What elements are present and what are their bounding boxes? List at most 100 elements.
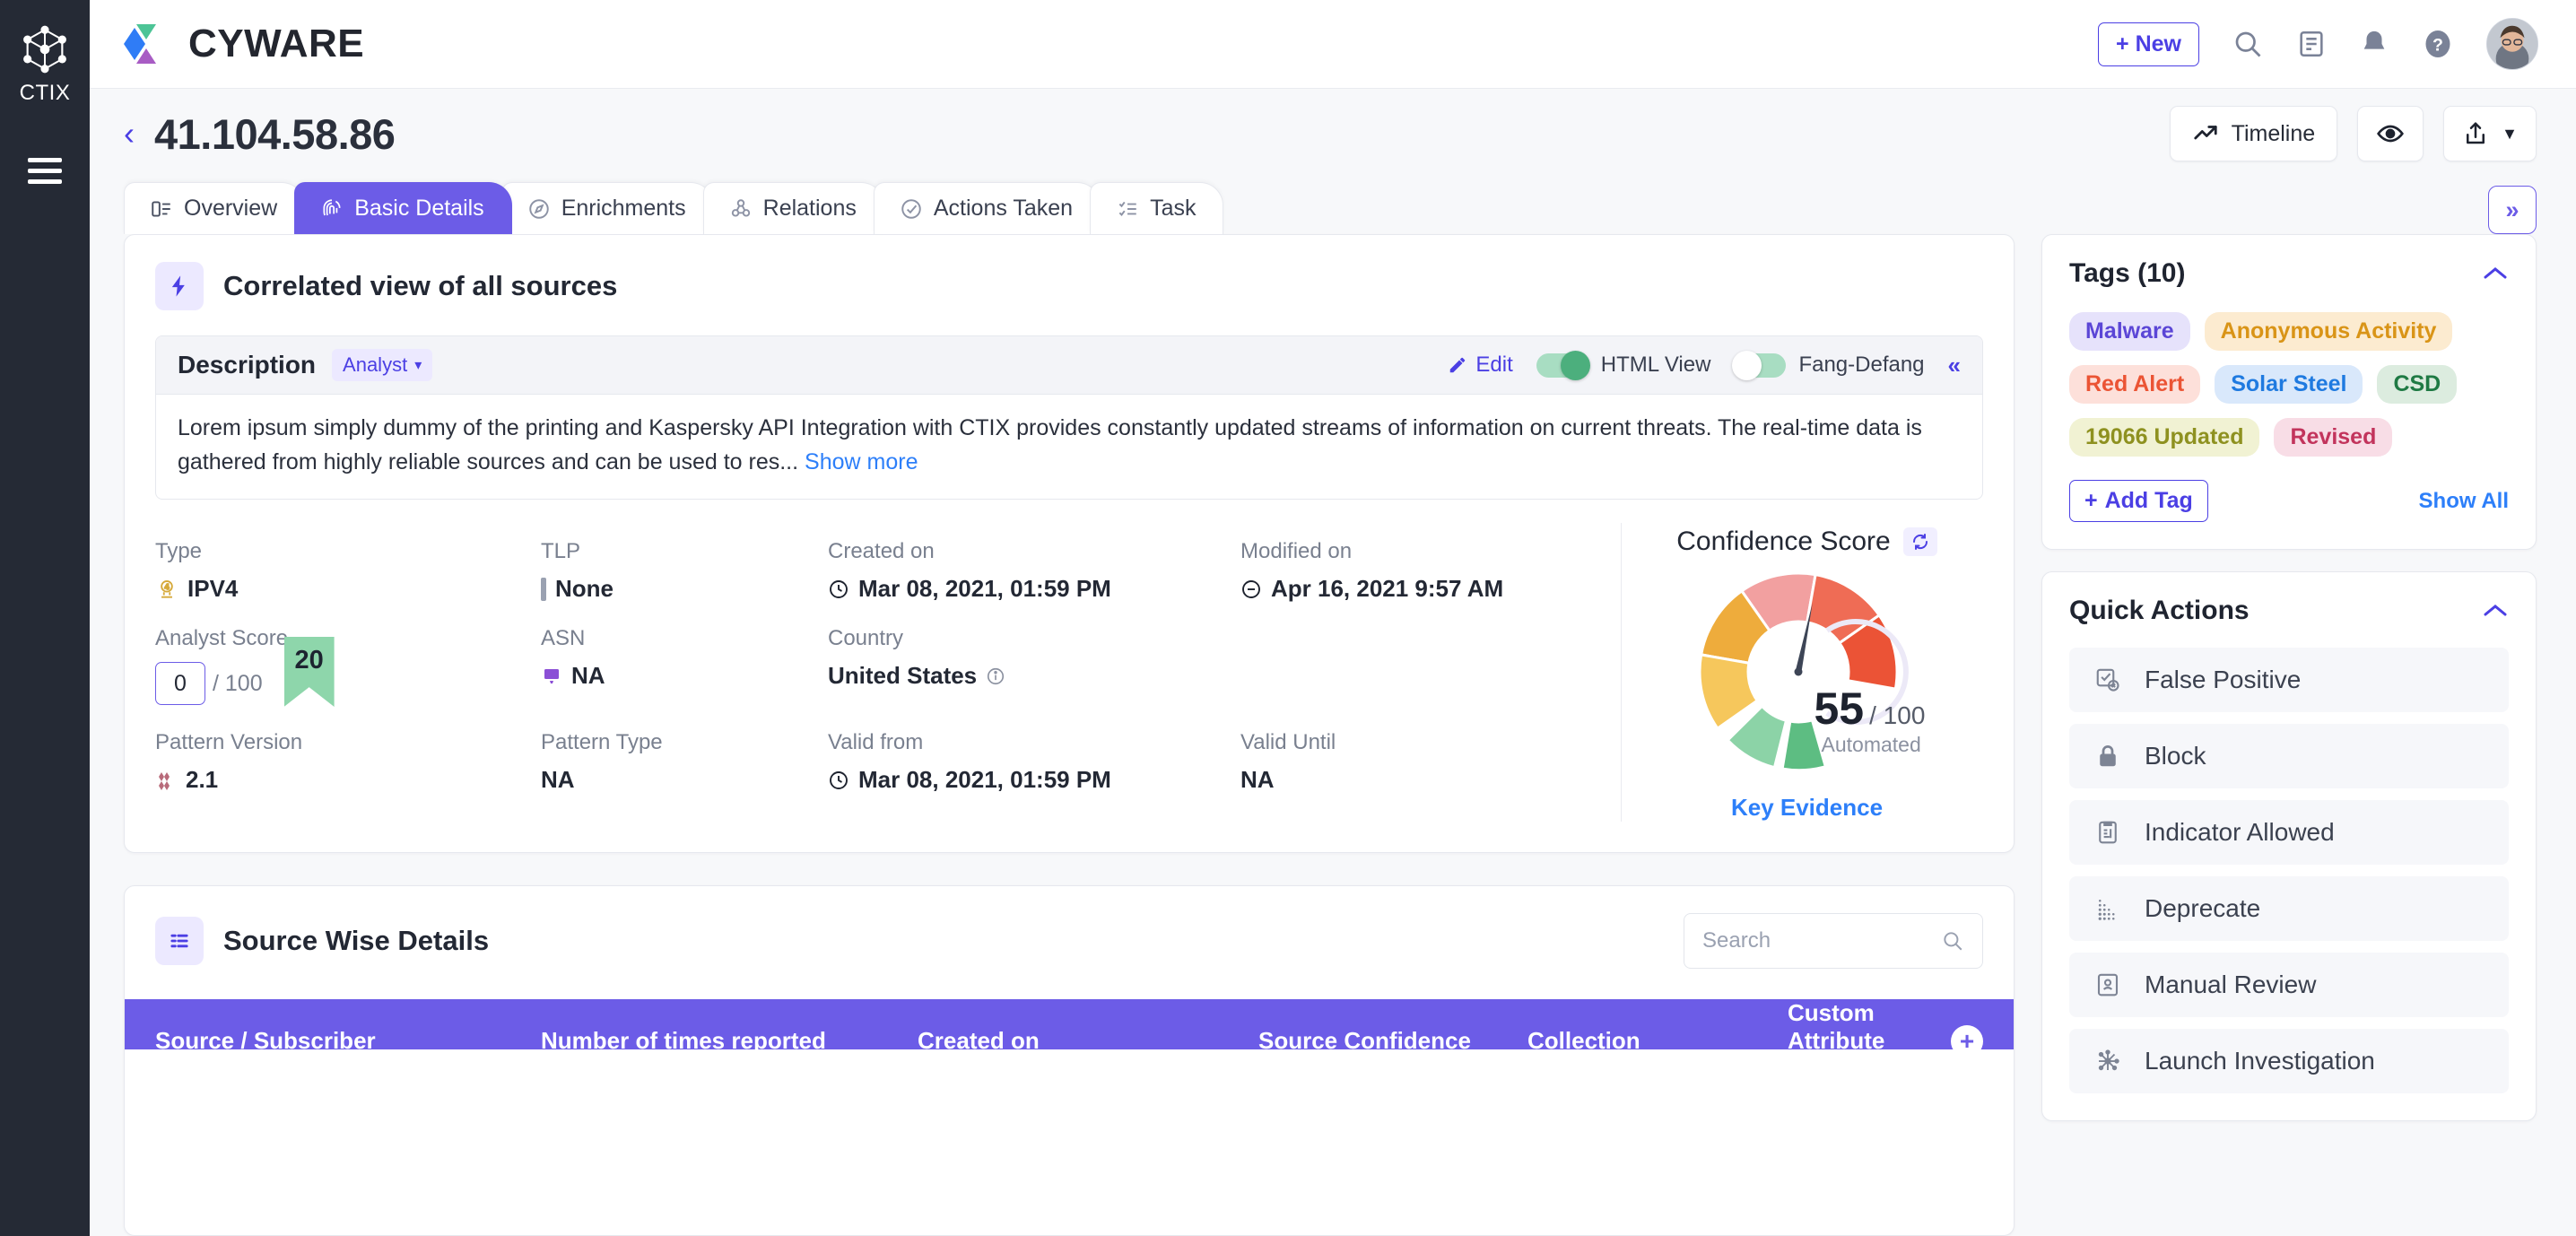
brand: CYWARE bbox=[120, 19, 364, 69]
user-avatar[interactable] bbox=[2486, 18, 2538, 70]
field-label: Pattern Type bbox=[541, 730, 663, 754]
pencil-icon bbox=[1448, 355, 1467, 375]
info-icon[interactable] bbox=[986, 666, 1005, 686]
quick-action-indicator-allowed[interactable]: Indicator Allowed bbox=[2069, 800, 2509, 865]
edit-button[interactable]: Edit bbox=[1448, 353, 1513, 378]
field-label: Valid Until bbox=[1240, 730, 1336, 754]
field-value: United States bbox=[828, 662, 1240, 690]
column-created-on: Created on bbox=[918, 1027, 1040, 1054]
tag-chip[interactable]: Red Alert bbox=[2069, 365, 2201, 404]
correlated-header: Correlated view of all sources bbox=[125, 235, 2014, 319]
timeline-label: Timeline bbox=[2231, 120, 2316, 146]
left-column: Correlated view of all sources Descripti… bbox=[124, 234, 2015, 1236]
search-icon[interactable] bbox=[1941, 929, 1964, 953]
tag-chip[interactable]: 19066 Updated bbox=[2069, 418, 2260, 457]
tag-chip[interactable]: Malware bbox=[2069, 312, 2190, 351]
tab-label: Task bbox=[1150, 196, 1197, 221]
tags-panel: Tags (10) Malware Anonymous Activity Red… bbox=[2041, 234, 2537, 550]
tab-label: Relations bbox=[762, 196, 857, 221]
tag-chip[interactable]: CSD bbox=[2377, 365, 2458, 404]
top-bar-actions: + New ? bbox=[2098, 18, 2538, 70]
quick-action-label: False Positive bbox=[2145, 666, 2302, 693]
description-source-dropdown[interactable]: Analyst ▾ bbox=[332, 349, 433, 381]
search-icon[interactable] bbox=[2232, 28, 2264, 60]
field-value: 2.1 bbox=[155, 766, 541, 794]
fingerprint-icon bbox=[320, 197, 344, 221]
lightning-icon bbox=[155, 262, 204, 310]
quick-action-launch-investigation[interactable]: Launch Investigation bbox=[2069, 1029, 2509, 1093]
chevron-up-icon[interactable] bbox=[2482, 603, 2509, 619]
tab-label: Actions Taken bbox=[933, 196, 1074, 221]
new-button[interactable]: + New bbox=[2098, 22, 2199, 66]
pattern-icon bbox=[155, 770, 177, 791]
share-button[interactable]: ▼ bbox=[2443, 106, 2537, 161]
chevron-left-icon[interactable]: ‹ bbox=[124, 118, 135, 150]
confidence-denominator: / 100 bbox=[1869, 701, 1926, 729]
show-more-link[interactable]: Show more bbox=[805, 449, 918, 474]
field-valid-until: Valid Until NA bbox=[1240, 730, 1621, 794]
plus-circle-icon[interactable]: + bbox=[1951, 1024, 1983, 1058]
key-evidence-link[interactable]: Key Evidence bbox=[1731, 794, 1883, 822]
refresh-icon[interactable] bbox=[1902, 527, 1937, 556]
search-input[interactable] bbox=[1702, 928, 1941, 953]
html-view-switch[interactable] bbox=[1536, 350, 1590, 380]
svg-text:4: 4 bbox=[165, 582, 170, 591]
tab-basic-details[interactable]: Basic Details bbox=[294, 182, 512, 234]
edit-label: Edit bbox=[1475, 353, 1513, 377]
description-toolbar: Description Analyst ▾ Edit HTML View Fan… bbox=[156, 336, 1982, 395]
confidence-value-row: 55 / 100 bbox=[1815, 683, 1926, 735]
source-wise-details-card: Source Wise Details Source / Subscriber … bbox=[124, 885, 2015, 1236]
cube-network-icon bbox=[19, 23, 71, 75]
bell-icon[interactable] bbox=[2359, 29, 2389, 59]
tab-bar: Overview Basic Details Enrichments Relat… bbox=[90, 178, 2576, 234]
tag-chip[interactable]: Anonymous Activity bbox=[2204, 312, 2453, 351]
tab-task[interactable]: Task bbox=[1090, 182, 1224, 234]
field-label: TLP bbox=[541, 539, 581, 563]
quick-action-label: Manual Review bbox=[2145, 971, 2317, 998]
timeline-button[interactable]: Timeline bbox=[2169, 106, 2338, 161]
chevron-up-icon[interactable] bbox=[2482, 265, 2509, 282]
tab-actions-taken[interactable]: Actions Taken bbox=[873, 182, 1101, 234]
quick-action-block[interactable]: Block bbox=[2069, 724, 2509, 788]
quick-action-manual-review[interactable]: Manual Review bbox=[2069, 953, 2509, 1017]
html-view-toggle[interactable]: HTML View bbox=[1536, 350, 1710, 380]
quick-action-deprecate[interactable]: Deprecate bbox=[2069, 876, 2509, 941]
source-chip-label: Analyst bbox=[343, 353, 408, 376]
correlated-title: Correlated view of all sources bbox=[223, 270, 618, 301]
asn-icon bbox=[541, 666, 562, 687]
description-body: Lorem ipsum simply dummy of the printing… bbox=[178, 415, 1922, 474]
source-wise-title: Source Wise Details bbox=[223, 925, 490, 956]
analyst-score-input[interactable]: 0 bbox=[155, 662, 205, 705]
description-text: Lorem ipsum simply dummy of the printing… bbox=[156, 395, 1982, 499]
field-value: 4 IPV4 bbox=[155, 575, 541, 603]
hamburger-icon[interactable] bbox=[28, 158, 62, 184]
tab-overview[interactable]: Overview bbox=[124, 182, 306, 234]
quick-actions-title: Quick Actions bbox=[2069, 596, 2250, 625]
field-value: NA bbox=[541, 662, 828, 690]
tab-label: Enrichments bbox=[561, 196, 686, 221]
fang-defang-toggle[interactable]: Fang-Defang bbox=[1732, 350, 1925, 380]
tag-chip[interactable]: Revised bbox=[2274, 418, 2393, 457]
field-label: Pattern Version bbox=[155, 730, 303, 754]
right-sidebar: Tags (10) Malware Anonymous Activity Red… bbox=[2041, 234, 2537, 1236]
chevrons-left-icon[interactable]: « bbox=[1948, 352, 1961, 379]
tab-relations[interactable]: Relations bbox=[702, 182, 884, 234]
check-circle-icon bbox=[900, 197, 923, 221]
show-all-tags-link[interactable]: Show All bbox=[2419, 489, 2509, 514]
notes-icon[interactable] bbox=[2296, 29, 2327, 59]
tab-enrichments[interactable]: Enrichments bbox=[500, 182, 714, 234]
add-tag-button[interactable]: + Add Tag bbox=[2069, 480, 2208, 522]
source-search[interactable] bbox=[1684, 913, 1983, 969]
confidence-title: Confidence Score bbox=[1676, 527, 1891, 556]
watch-button[interactable] bbox=[2357, 106, 2424, 161]
field-text: None bbox=[555, 575, 614, 602]
fang-defang-switch[interactable] bbox=[1732, 350, 1787, 380]
tag-chip[interactable]: Solar Steel bbox=[2215, 365, 2363, 404]
brand-name: CYWARE bbox=[188, 22, 365, 65]
tags-panel-header: Tags (10) bbox=[2069, 258, 2509, 289]
help-icon[interactable]: ? bbox=[2422, 28, 2454, 60]
tlp-bar-icon bbox=[541, 577, 546, 601]
expand-panel-button[interactable]: » bbox=[2488, 186, 2537, 234]
id-card-icon bbox=[2094, 971, 2125, 998]
quick-action-false-positive[interactable]: False Positive bbox=[2069, 648, 2509, 712]
